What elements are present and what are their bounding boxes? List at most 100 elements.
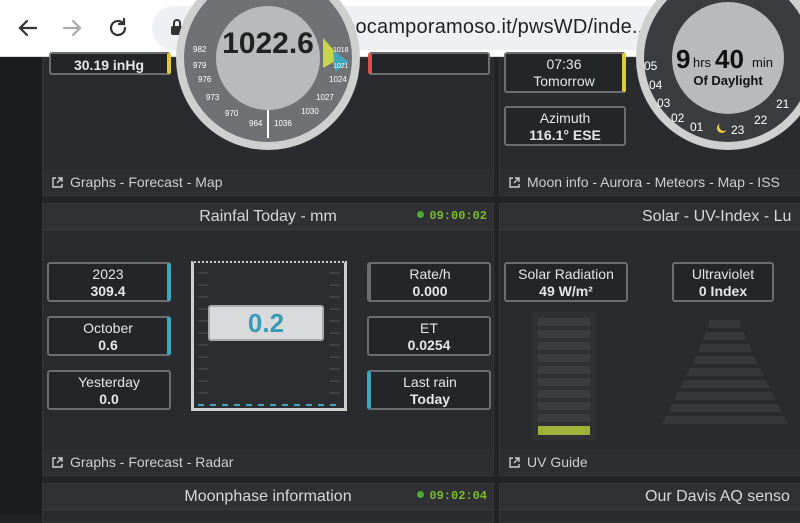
- dial-tick-1027: 1027: [316, 93, 334, 102]
- solar-footer[interactable]: UV Guide: [500, 449, 800, 475]
- et-value: 0.0254: [407, 337, 451, 353]
- arrow-right-icon: [62, 19, 82, 37]
- last-rain-box: Last rain Today: [367, 370, 491, 410]
- dial-tick-1021: 1021: [333, 63, 349, 70]
- daylight-hours: 9: [676, 44, 690, 74]
- last-rain-value: Today: [409, 391, 451, 407]
- rain-rate-value: 0.000: [412, 283, 448, 299]
- barometer-gauge: 1022.6 982 979 976 973 970 964 1036 1030…: [176, 0, 360, 150]
- dial-hour-04: 04: [649, 78, 663, 92]
- daylight-min-label: min: [752, 55, 773, 70]
- rain-month-box: October 0.6: [47, 316, 171, 356]
- uv-box: Ultraviolet 0 Index: [672, 262, 774, 302]
- moonrise-day: Tomorrow: [533, 73, 595, 89]
- rain-month-value: 0.6: [98, 337, 118, 353]
- dial-hour-02: 02: [671, 111, 685, 125]
- dial-tick-973: 973: [206, 93, 220, 102]
- azimuth-value: 116.1° ESE: [529, 127, 601, 143]
- gauge-value: 1022.6: [222, 27, 314, 60]
- solar-footer-link[interactable]: UV Guide: [527, 454, 588, 470]
- solar-radiation-box: Solar Radiation 49 W/m²: [504, 262, 628, 302]
- aq-panel: Our Davis AQ senso: [499, 483, 800, 523]
- dial-tick-1036: 1036: [274, 119, 292, 128]
- dial-hour-23: 23: [731, 123, 745, 137]
- rain-yesterday-value: 0.0: [99, 391, 119, 407]
- rain-year-value: 309.4: [90, 283, 126, 299]
- moon-footer-link[interactable]: Moon info - Aurora - Meteors - Map - ISS: [527, 174, 780, 190]
- solar-header: Solar - UV-Index - Lu: [500, 204, 800, 230]
- uv-pyramid: [662, 320, 788, 424]
- dial-tick-982: 982: [193, 45, 207, 54]
- barometer-footer[interactable]: Graphs - Forecast - Map: [43, 169, 493, 195]
- rain-today-value: 0.2: [208, 305, 324, 341]
- left-sidebar-strip: [0, 57, 42, 514]
- aq-header: Our Davis AQ senso: [500, 484, 800, 510]
- moonphase-panel: Moonphase information 09:02:04: [42, 483, 494, 523]
- rain-rate-label: Rate/h: [409, 266, 451, 282]
- rainfall-clock: 09:00:02: [417, 209, 487, 223]
- rain-year-label: 2023: [92, 266, 124, 282]
- dial-tick-1018: 1018: [333, 47, 349, 54]
- rainfall-clock-time: 09:00:02: [429, 209, 487, 223]
- daylight-dial: 9 hrs 40 min Of Daylight 05 04 03 02 01 …: [636, 0, 800, 150]
- moonphase-clock-time: 09:02:04: [429, 489, 487, 503]
- external-link-icon: [509, 176, 520, 188]
- rainfall-header: Rainfal Today - mm 09:00:02: [43, 204, 493, 230]
- dial-hour-05: 05: [644, 59, 658, 73]
- uv-value: 0 Index: [698, 283, 748, 299]
- moonphase-clock: 09:02:04: [417, 489, 487, 503]
- moonphase-header: Moonphase information 09:02:04: [43, 484, 493, 510]
- reload-icon: [109, 17, 127, 37]
- solar-title: Solar - UV-Index - Lu: [642, 207, 792, 225]
- rain-yesterday-box: Yesterday 0.0: [47, 370, 171, 410]
- external-link-icon: [52, 456, 63, 468]
- dial-tick-979: 979: [193, 61, 207, 70]
- arrow-left-icon: [18, 19, 38, 37]
- rain-rate-box: Rate/h 0.000: [367, 262, 491, 302]
- daylight-hrs-label: hrs: [693, 55, 712, 70]
- rainfall-title: Rainfal Today - mm: [199, 207, 337, 225]
- back-button[interactable]: [14, 14, 42, 42]
- moonrise-time: 07:36: [546, 56, 582, 72]
- dial-hour-21: 21: [776, 97, 790, 111]
- last-rain-label: Last rain: [403, 374, 457, 390]
- pressure-inhg-value: 30.19 inHg: [73, 57, 145, 73]
- moonphase-title: Moonphase information: [184, 487, 352, 505]
- moon-icon-shadow: [719, 121, 729, 131]
- uv-label: Ultraviolet: [691, 266, 755, 282]
- rain-year-box: 2023 309.4: [47, 262, 171, 302]
- status-dot-icon: [417, 491, 425, 498]
- azimuth-box: Azimuth 116.1° ESE: [504, 106, 626, 146]
- dial-tick-970: 970: [225, 109, 239, 118]
- moon-footer[interactable]: Moon info - Aurora - Meteors - Map - ISS: [500, 169, 800, 195]
- status-dot-icon: [417, 211, 425, 218]
- dial-tick-1024: 1024: [329, 75, 347, 84]
- moon-panel: 07:36 Tomorrow Azimuth 116.1° ESE 9 hrs …: [499, 0, 800, 196]
- external-link-icon: [509, 456, 520, 468]
- pressure-side-box: [368, 52, 490, 75]
- moonrise-box: 07:36 Tomorrow: [504, 52, 626, 93]
- rain-yesterday-label: Yesterday: [78, 374, 140, 390]
- rainfall-footer[interactable]: Graphs - Forecast - Radar: [43, 449, 493, 475]
- aq-title: Our Davis AQ senso: [645, 487, 790, 505]
- barometer-panel: 30.19 inHg 1022.6 982 979 976 973 970 96…: [42, 0, 494, 196]
- barometer-footer-link[interactable]: Graphs - Forecast - Map: [70, 174, 223, 190]
- rain-month-label: October: [83, 320, 133, 336]
- dial-hour-22: 22: [754, 113, 768, 127]
- dial-hour-01: 01: [690, 120, 704, 134]
- pressure-inhg-box: 30.19 inHg: [49, 52, 171, 75]
- dial-hour-03: 03: [657, 96, 671, 110]
- solar-panel: Solar - UV-Index - Lu Solar Radiation 49…: [499, 203, 800, 476]
- forward-button[interactable]: [58, 14, 86, 42]
- solar-radiation-label: Solar Radiation: [518, 266, 614, 282]
- solar-radiation-value: 49 W/m²: [539, 283, 593, 299]
- azimuth-label: Azimuth: [539, 110, 591, 126]
- rainfall-footer-link[interactable]: Graphs - Forecast - Radar: [70, 454, 233, 470]
- dial-tick-964: 964: [249, 119, 263, 128]
- et-label: ET: [420, 320, 438, 336]
- external-link-icon: [52, 176, 63, 188]
- reload-button[interactable]: [104, 14, 132, 42]
- solar-bar-meter: [532, 312, 596, 440]
- daylight-minutes: 40: [715, 44, 744, 74]
- daylight-caption: Of Daylight: [693, 73, 763, 88]
